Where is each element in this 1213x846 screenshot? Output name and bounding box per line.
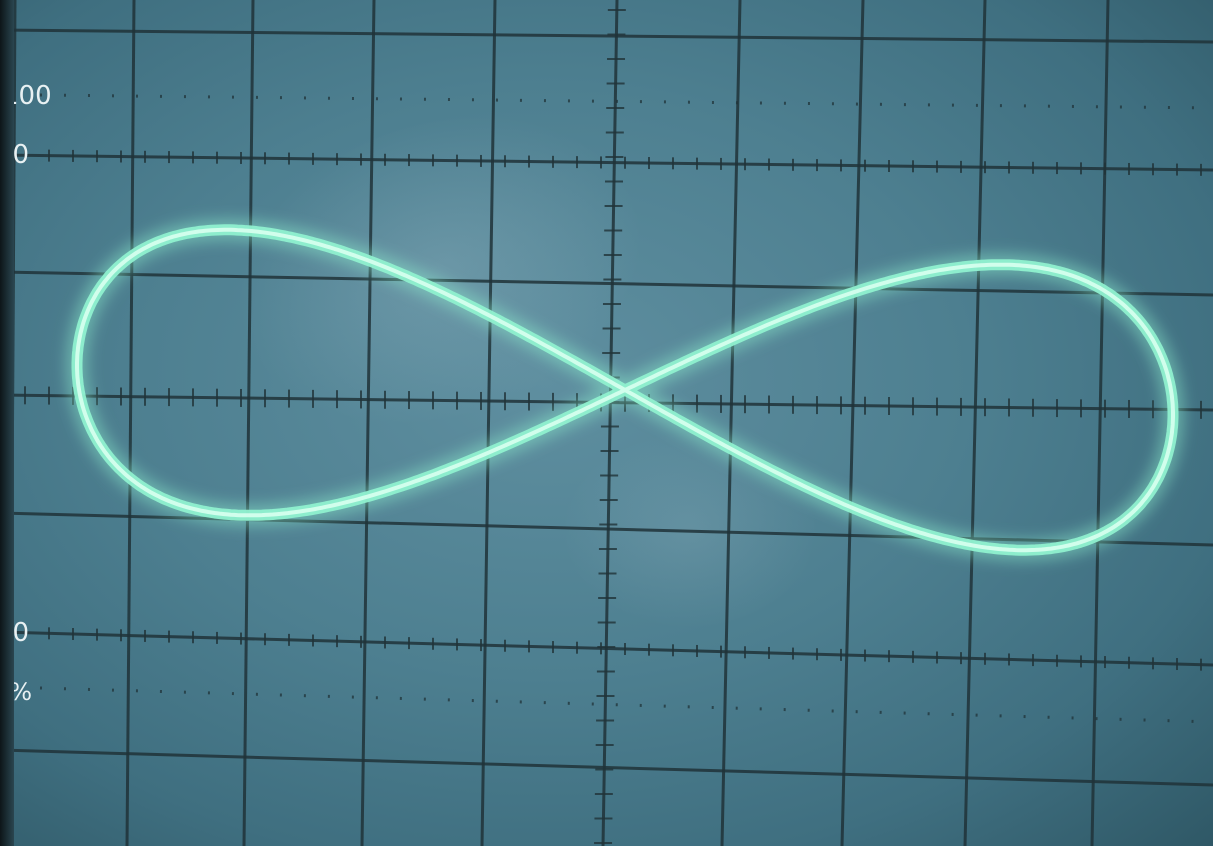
graticule-grid: [0, 0, 1213, 846]
screen-bezel: [0, 0, 14, 846]
dotted-line: [39, 93, 1213, 110]
grid-line-vertical: [1090, 0, 1110, 846]
grid-line-vertical: [242, 0, 255, 846]
grid-line-vertical: [480, 0, 497, 846]
graticule-ticks: [24, 9, 1202, 844]
oscilloscope-screen: 100 90 10 0%: [0, 0, 1213, 846]
dotted-line: [39, 686, 1213, 724]
grid-line-vertical: [963, 0, 987, 846]
grid-line-vertical: [601, 0, 619, 846]
grid-line-vertical: [720, 0, 742, 846]
grid-line-vertical: [125, 0, 136, 846]
grid-line-vertical: [840, 0, 865, 846]
grid-line-vertical: [360, 0, 376, 846]
grid-line-horizontal: [0, 748, 1213, 787]
grid-line-horizontal: [0, 28, 1213, 44]
graticule-and-trace: 100 90 10 0%: [0, 0, 1213, 846]
